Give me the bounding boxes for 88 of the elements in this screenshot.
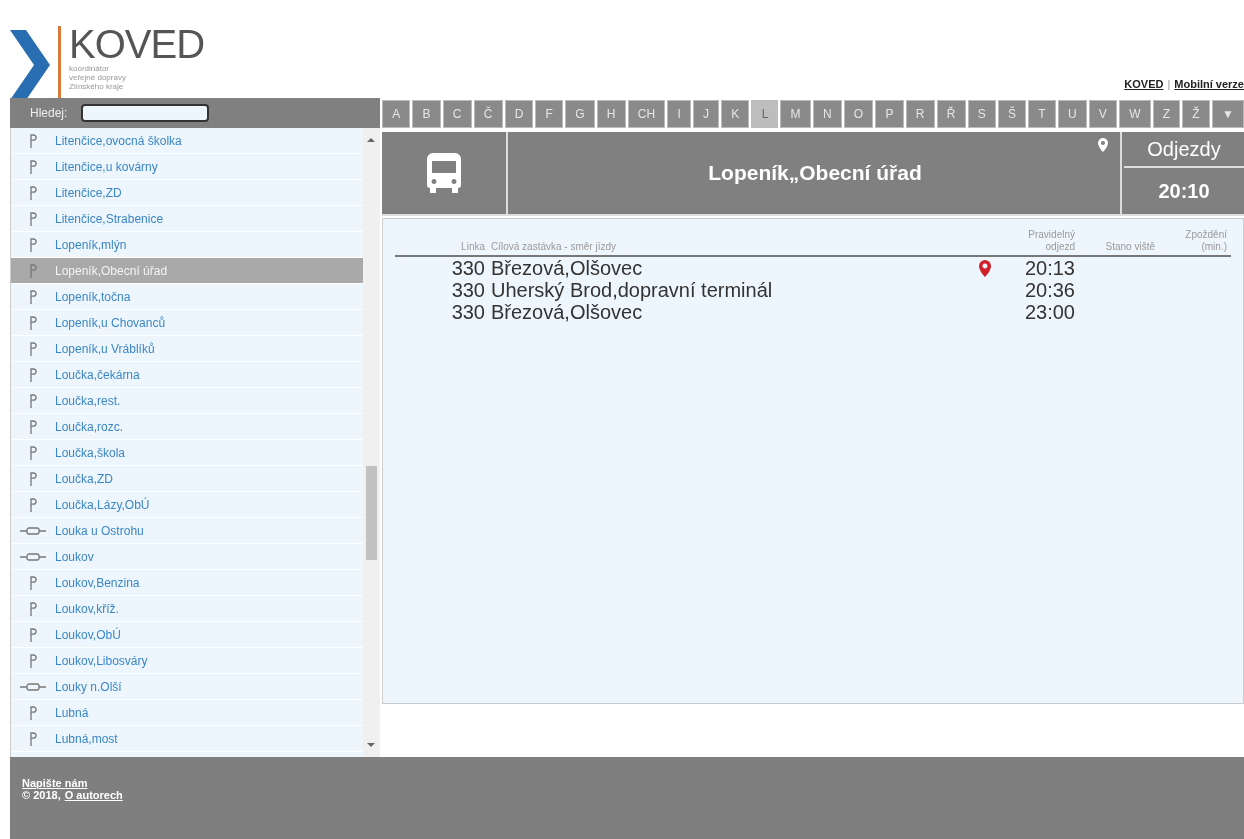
letter-tab[interactable]: D bbox=[504, 100, 534, 128]
departure-time: 20:13 bbox=[1024, 257, 1075, 279]
search-label: Hledej: bbox=[30, 106, 68, 120]
bus-stop-icon bbox=[29, 341, 37, 356]
letter-tab[interactable]: L bbox=[751, 100, 779, 128]
bus-stop-icon bbox=[29, 497, 37, 512]
current-time: 20:10 bbox=[1157, 178, 1211, 204]
letter-tab[interactable]: V bbox=[1088, 100, 1117, 128]
bus-icon bbox=[427, 153, 461, 193]
bus-stop-icon bbox=[29, 393, 37, 408]
line-number: 330 bbox=[451, 301, 485, 323]
bus-stop-icon bbox=[29, 315, 37, 330]
column-header: Cílová zastávka - směr jízdy bbox=[490, 241, 618, 253]
bus-stop-icon bbox=[29, 601, 37, 616]
letter-tab[interactable]: O bbox=[843, 100, 874, 128]
bus-stop-icon bbox=[29, 211, 37, 226]
search-field[interactable] bbox=[81, 104, 210, 122]
letter-tab[interactable]: M bbox=[780, 100, 811, 128]
letter-tab[interactable]: J bbox=[692, 100, 720, 128]
line-number: 330 bbox=[451, 257, 485, 279]
logo-subtitle: Zlínského kraje bbox=[69, 82, 125, 91]
letter-tab[interactable]: G bbox=[565, 100, 595, 128]
station-name: Lopeník„Obecní úřad bbox=[708, 161, 922, 185]
logo-title: KOVED bbox=[69, 24, 205, 64]
letter-tab[interactable]: K bbox=[721, 100, 750, 128]
bus-stop-icon bbox=[29, 445, 37, 460]
header-link[interactable]: KOVED bbox=[1124, 78, 1164, 90]
letter-tab[interactable]: F bbox=[535, 100, 564, 128]
letter-tab[interactable]: S bbox=[967, 100, 996, 128]
bus-stop-icon bbox=[29, 367, 37, 382]
bus-stop-icon bbox=[29, 185, 37, 200]
bus-stop-icon bbox=[29, 575, 37, 590]
bus-stop-icon bbox=[29, 263, 37, 278]
departure-time: 23:00 bbox=[1024, 301, 1075, 323]
logo-chevron-icon bbox=[10, 30, 50, 100]
letter-tab[interactable]: B bbox=[412, 100, 441, 128]
letter-tab[interactable]: N bbox=[812, 100, 842, 128]
bus-stop-icon bbox=[29, 237, 37, 252]
bus-stop-icon bbox=[29, 419, 37, 434]
contact-link[interactable]: Napište nám bbox=[22, 777, 1244, 789]
letter-tab[interactable]: R bbox=[905, 100, 935, 128]
bus-stop-icon bbox=[29, 731, 37, 746]
destination: Březová,Olšovec bbox=[490, 257, 644, 279]
bus-stop-icon bbox=[29, 133, 37, 148]
column-header: Stano viště bbox=[1104, 241, 1155, 253]
letter-tab[interactable]: Š bbox=[997, 100, 1027, 128]
logo-divider bbox=[58, 26, 61, 98]
destination: Uherský Brod,dopravní terminál bbox=[490, 279, 774, 301]
logo-subtitle: veřejné dopravy bbox=[69, 73, 127, 82]
letter-tab[interactable]: U bbox=[1057, 100, 1087, 128]
train-stop-icon bbox=[20, 682, 46, 691]
letter-tab[interactable]: H bbox=[596, 100, 626, 128]
bus-stop-icon bbox=[29, 159, 37, 174]
letter-tab[interactable]: I bbox=[667, 100, 691, 128]
logo-subtitle: koordinátor bbox=[69, 64, 111, 73]
bus-stop-icon bbox=[29, 289, 37, 304]
train-stop-icon bbox=[20, 552, 46, 561]
letter-tab[interactable]: T bbox=[1028, 100, 1056, 128]
letter-tab[interactable]: C bbox=[442, 100, 472, 128]
departure-time: 20:36 bbox=[1024, 279, 1075, 301]
letter-tab[interactable]: A bbox=[382, 100, 411, 128]
line-number: 330 bbox=[451, 279, 485, 301]
letter-tab[interactable]: ▼ bbox=[1211, 100, 1244, 128]
letter-tab[interactable]: CH bbox=[627, 100, 666, 128]
map-pin-icon[interactable] bbox=[979, 259, 991, 277]
bus-stop-icon bbox=[29, 627, 37, 642]
mode-label: Odjezdy bbox=[1124, 132, 1244, 168]
letter-tab[interactable]: Z bbox=[1152, 100, 1181, 128]
letter-tab[interactable]: Ž bbox=[1182, 100, 1210, 128]
map-pin-icon[interactable] bbox=[1098, 138, 1108, 152]
bus-stop-icon bbox=[29, 471, 37, 486]
stop-item[interactable]: Lopeník,Obecní úřad bbox=[11, 258, 363, 284]
destination: Březová,Olšovec bbox=[490, 301, 644, 323]
bus-stop-icon bbox=[29, 705, 37, 720]
header-link[interactable]: Mobilní verze bbox=[1174, 78, 1244, 90]
link-separator: | bbox=[1167, 78, 1171, 90]
column-header: Pravidelný odjezd bbox=[1027, 229, 1075, 253]
letter-tab[interactable]: W bbox=[1119, 100, 1151, 128]
column-header: Zpoždění (min.) bbox=[1184, 229, 1227, 253]
copyright-text: © 2018, bbox=[22, 789, 61, 801]
about-link[interactable]: O autorech bbox=[64, 789, 123, 801]
letter-tab[interactable]: Ř bbox=[936, 100, 966, 128]
bus-stop-icon bbox=[29, 653, 37, 668]
letter-tab[interactable]: Č bbox=[473, 100, 503, 128]
column-header: Linka bbox=[461, 241, 485, 253]
train-stop-icon bbox=[20, 526, 46, 535]
scrollbar[interactable] bbox=[363, 128, 380, 757]
letter-tab[interactable]: P bbox=[875, 100, 904, 128]
